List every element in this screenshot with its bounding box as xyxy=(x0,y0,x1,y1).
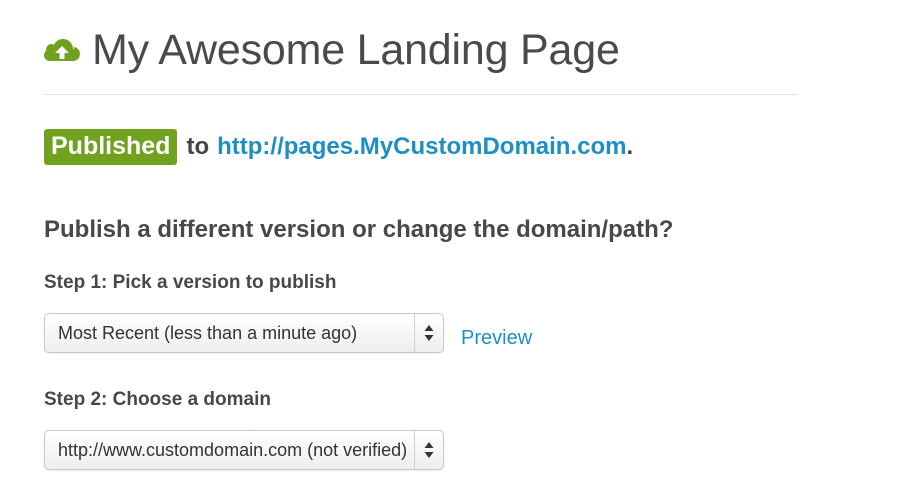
page-header: My Awesome Landing Page xyxy=(44,24,798,95)
page-title: My Awesome Landing Page xyxy=(92,26,620,74)
published-url-link[interactable]: http://pages.MyCustomDomain.com xyxy=(217,133,626,161)
publish-page: My Awesome Landing Page Published to htt… xyxy=(0,0,900,490)
section-heading: Publish a different version or change th… xyxy=(44,216,674,243)
domain-select[interactable]: http://www.customdomain.com (not verifie… xyxy=(44,430,444,470)
step2-label: Step 2: Choose a domain xyxy=(44,389,271,410)
select-arrows-icon xyxy=(424,442,434,458)
select-arrows-icon xyxy=(424,325,434,341)
status-period: . xyxy=(626,133,634,160)
version-select-value: Most Recent (less than a minute ago) xyxy=(58,323,358,343)
domain-select-value: http://www.customdomain.com (not verifie… xyxy=(58,440,408,460)
version-select[interactable]: Most Recent (less than a minute ago) xyxy=(44,313,444,353)
status-badge: Published xyxy=(44,129,178,165)
step1-label: Step 1: Pick a version to publish xyxy=(44,272,337,293)
cloud-upload-icon xyxy=(44,39,80,61)
preview-link[interactable]: Preview xyxy=(461,327,532,350)
status-to-text: to xyxy=(186,133,210,160)
publish-status: Published to http://pages.MyCustomDomain… xyxy=(44,128,633,166)
